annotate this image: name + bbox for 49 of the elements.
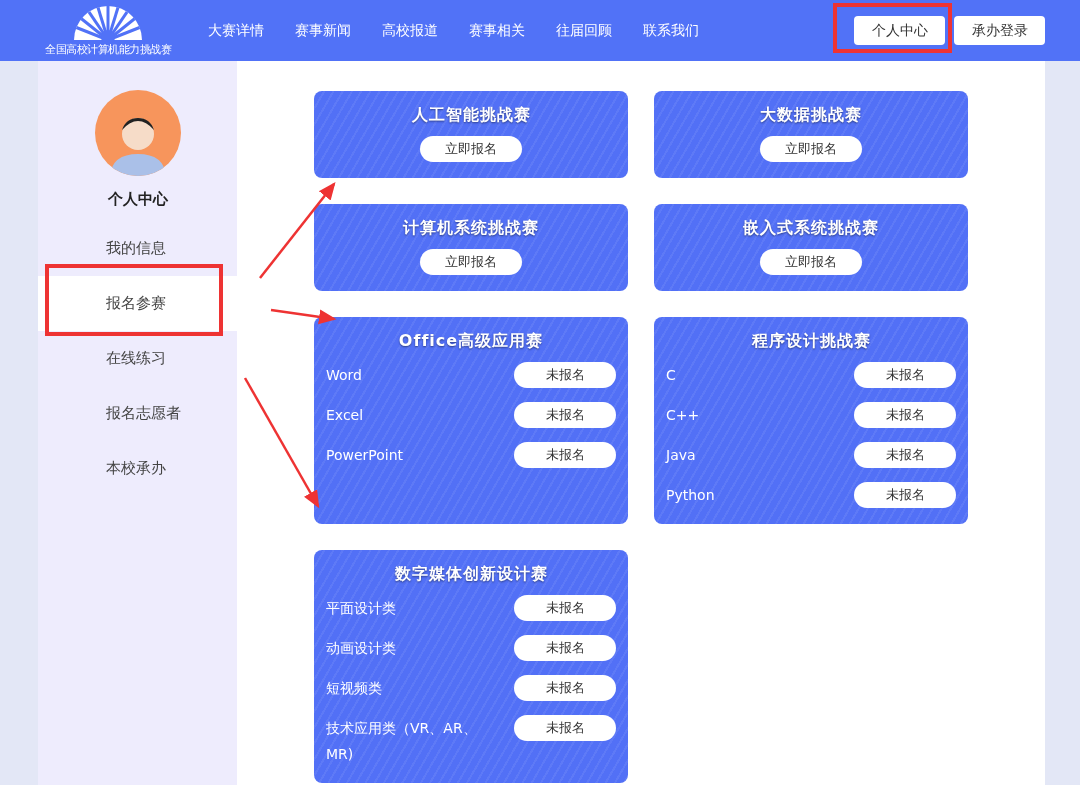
status-button[interactable]: 未报名 (514, 635, 616, 661)
nav-link[interactable]: 往届回顾 (556, 21, 612, 40)
card-title: 大数据挑战赛 (759, 105, 863, 126)
header-button[interactable]: 承办登录 (954, 16, 1045, 45)
register-button[interactable]: 立即报名 (760, 136, 862, 162)
event-label: Java (666, 446, 697, 465)
card-title: 嵌入式系统挑战赛 (742, 218, 880, 239)
status-button[interactable]: 未报名 (854, 362, 956, 388)
sidebar-item[interactable]: 在线练习 (38, 331, 237, 386)
event-label: 技术应用类（VR、AR、MR) (326, 719, 478, 764)
status-button[interactable]: 未报名 (854, 442, 956, 468)
nav-link[interactable]: 赛事相关 (469, 21, 525, 40)
header-button[interactable]: 个人中心 (854, 16, 945, 45)
status-button[interactable]: 未报名 (514, 675, 616, 701)
card-title: 人工智能挑战赛 (410, 105, 532, 126)
event-label: 动画设计类 (326, 639, 397, 658)
status-button[interactable]: 未报名 (514, 595, 616, 621)
status-button[interactable]: 未报名 (514, 362, 616, 388)
nav-link[interactable]: 联系我们 (643, 21, 699, 40)
event-label: C (666, 366, 677, 385)
nav-link[interactable]: 大赛详情 (208, 21, 264, 40)
event-label: PowerPoint (326, 446, 405, 465)
nav-link[interactable]: 赛事新闻 (295, 21, 351, 40)
sidebar-title: 个人中心 (107, 190, 168, 209)
status-button[interactable]: 未报名 (514, 402, 616, 428)
register-button[interactable]: 立即报名 (420, 249, 522, 275)
event-label: 平面设计类 (326, 599, 397, 618)
status-button[interactable]: 未报名 (854, 402, 956, 428)
register-button[interactable]: 立即报名 (760, 249, 862, 275)
card-title: Office高级应用赛 (397, 331, 545, 352)
status-button[interactable]: 未报名 (514, 442, 616, 468)
event-label: Python (666, 486, 716, 505)
card-title: 计算机系统挑战赛 (401, 218, 540, 239)
logo-text: 全国高校计算机能力挑战赛 (45, 42, 171, 57)
sidebar-item[interactable]: 本校承办 (38, 441, 237, 496)
event-label: 短视频类 (326, 679, 383, 698)
status-button[interactable]: 未报名 (514, 715, 616, 741)
card-title: 数字媒体创新设计赛 (393, 564, 549, 585)
arrow (270, 308, 337, 325)
sidebar-item[interactable]: 报名参赛 (38, 276, 237, 331)
nav-link[interactable]: 高校报道 (382, 21, 438, 40)
sidebar-item[interactable]: 我的信息 (38, 221, 237, 276)
event-label: C++ (666, 406, 701, 425)
event-label: Word (326, 366, 363, 385)
event-label: Excel (326, 406, 365, 425)
register-button[interactable]: 立即报名 (420, 136, 522, 162)
card-title: 程序设计挑战赛 (750, 331, 872, 352)
status-button[interactable]: 未报名 (854, 482, 956, 508)
sidebar-item[interactable]: 报名志愿者 (38, 386, 237, 441)
